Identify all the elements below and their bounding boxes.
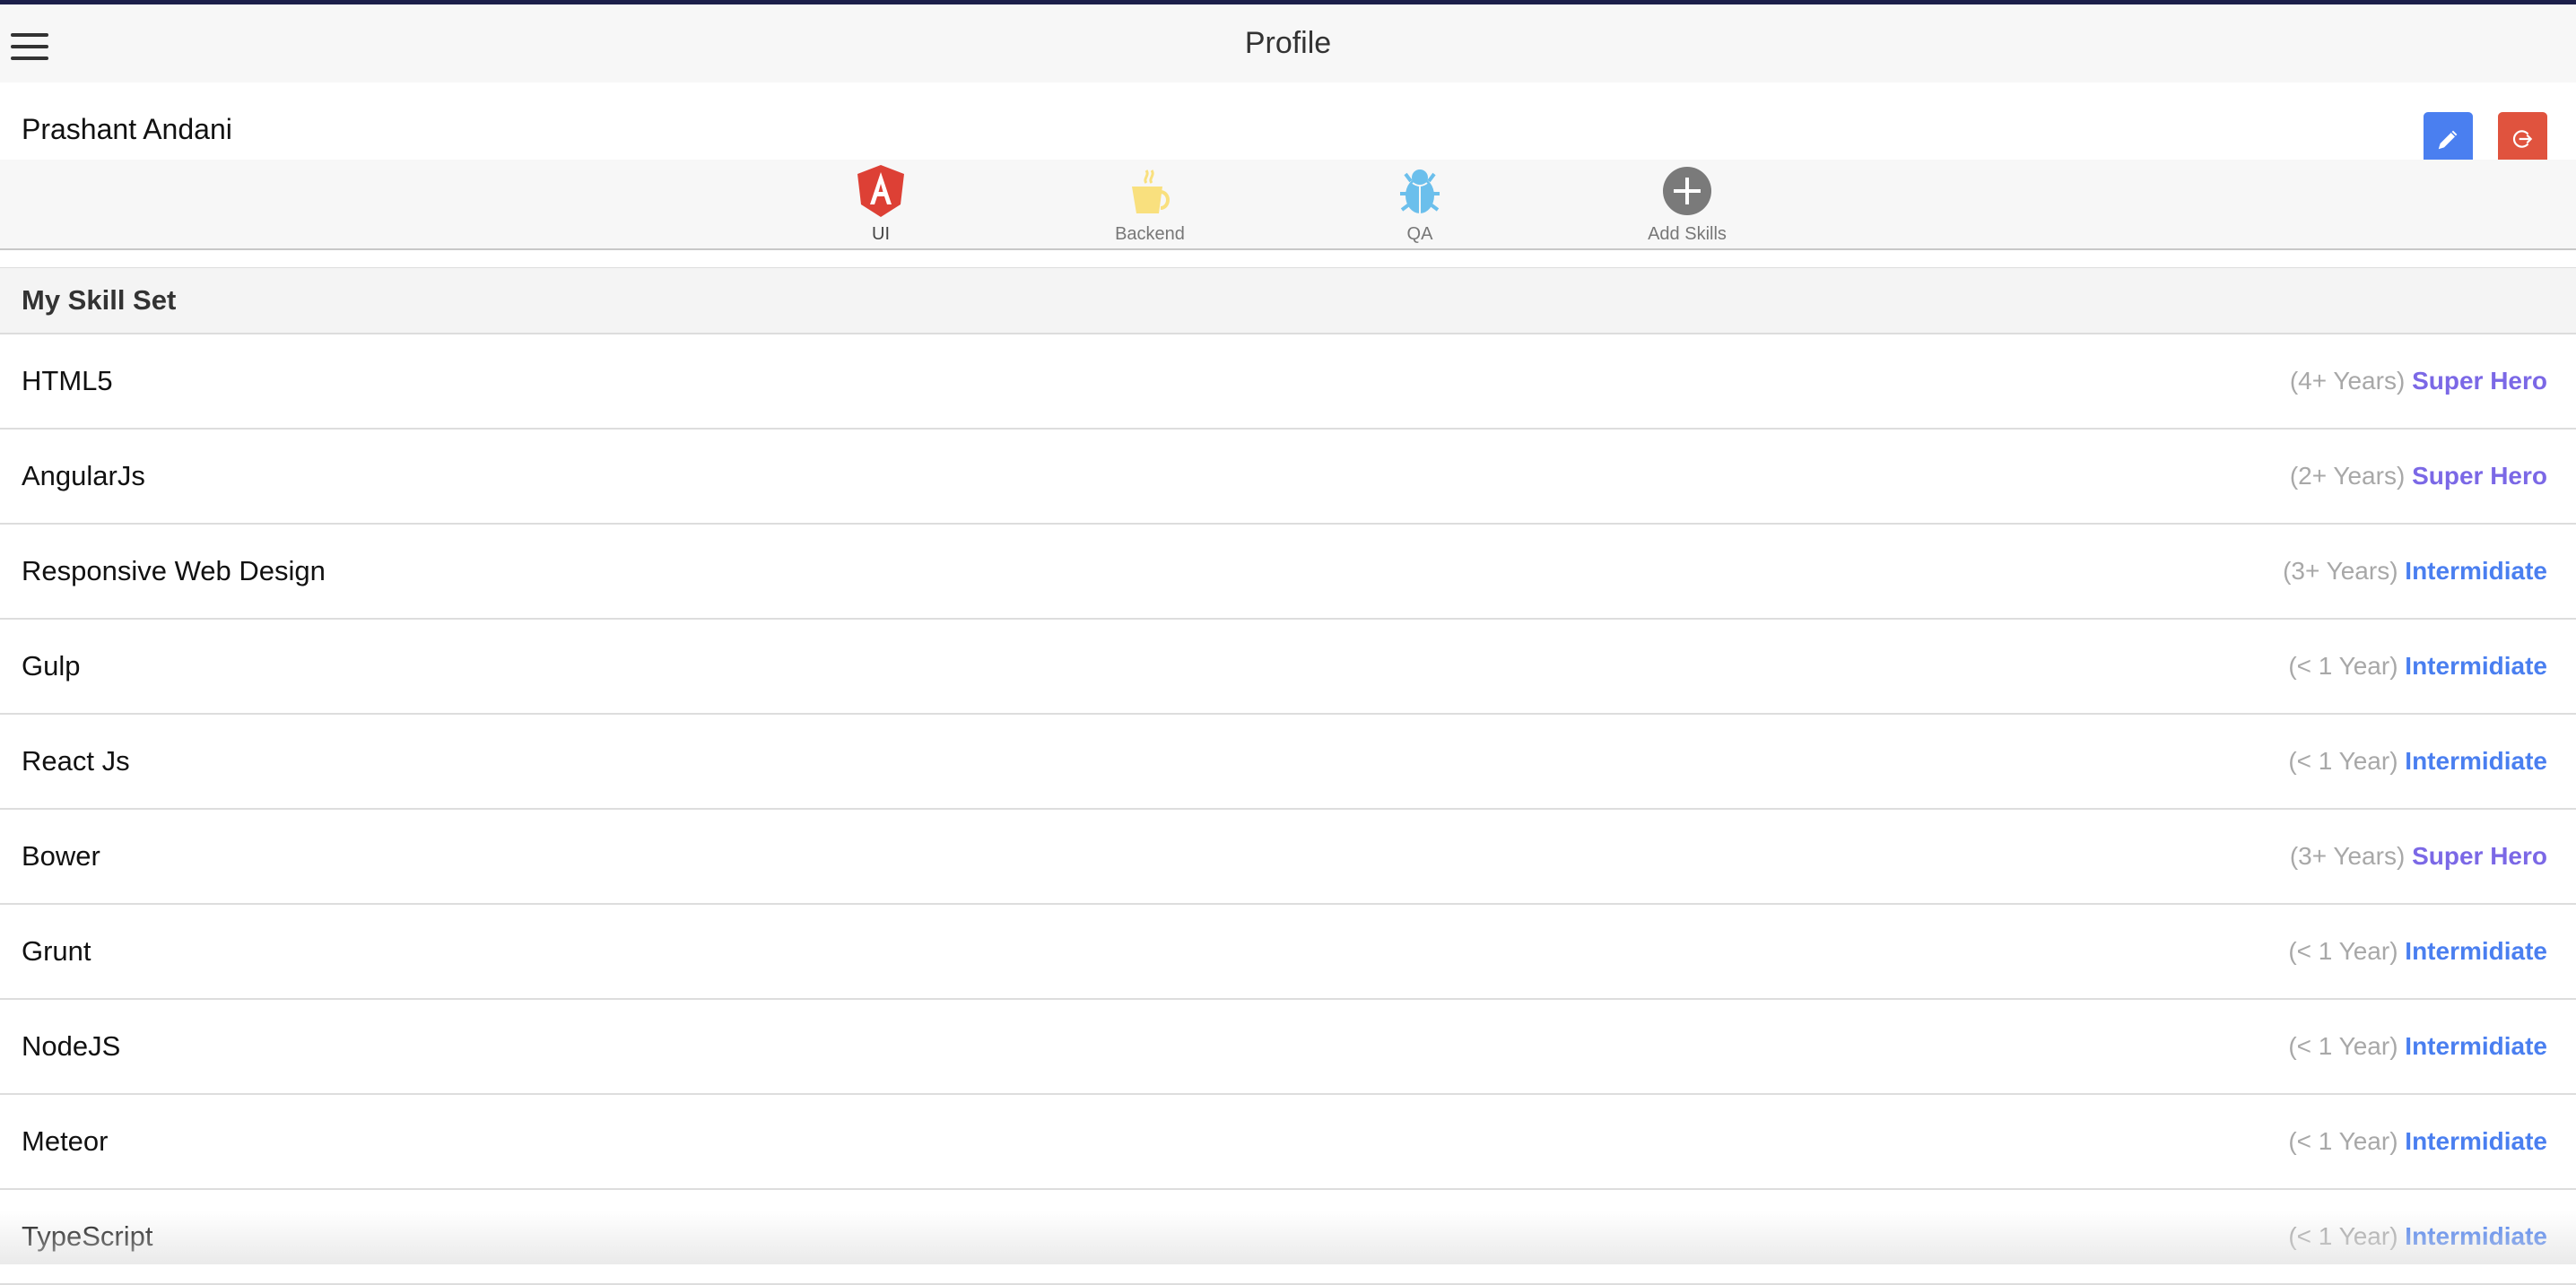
skill-years: (< 1 Year) bbox=[2288, 1127, 2398, 1155]
skill-level: Super Hero bbox=[2412, 367, 2547, 395]
skill-level: Intermidiate bbox=[2405, 1222, 2547, 1250]
tab-qa[interactable]: QA bbox=[1330, 165, 1510, 245]
skill-experience: (< 1 Year) Intermidiate bbox=[2288, 1222, 2547, 1251]
skill-level: Super Hero bbox=[2412, 842, 2547, 870]
skill-years: (< 1 Year) bbox=[2288, 652, 2398, 680]
profile-row: Prashant Andani bbox=[0, 82, 2576, 160]
skill-row[interactable]: TypeScript (< 1 Year) Intermidiate bbox=[0, 1190, 2576, 1285]
skill-name: React Js bbox=[22, 745, 130, 777]
skill-name: Grunt bbox=[22, 935, 91, 967]
skill-experience: (< 1 Year) Intermidiate bbox=[2288, 747, 2547, 776]
tab-label: Add Skills bbox=[1648, 224, 1727, 244]
angular-icon bbox=[857, 165, 904, 217]
skill-experience: (3+ Years) Super Hero bbox=[2290, 842, 2547, 871]
logout-button[interactable] bbox=[2498, 112, 2547, 166]
page-title: Profile bbox=[1244, 26, 1332, 60]
plus-circle-icon bbox=[1663, 167, 1711, 215]
skill-name: Bower bbox=[22, 840, 100, 872]
skill-years: (< 1 Year) bbox=[2288, 747, 2398, 775]
skill-level: Intermidiate bbox=[2405, 557, 2547, 585]
skill-experience: (< 1 Year) Intermidiate bbox=[2288, 652, 2547, 681]
skill-name: Responsive Web Design bbox=[22, 555, 326, 586]
skill-level: Intermidiate bbox=[2405, 1127, 2547, 1155]
tab-add-skills[interactable]: Add Skills bbox=[1597, 165, 1777, 245]
skill-years: (< 1 Year) bbox=[2288, 937, 2398, 965]
edit-button[interactable] bbox=[2424, 112, 2473, 166]
tab-label: Backend bbox=[1115, 224, 1185, 244]
skill-name: Meteor bbox=[22, 1125, 109, 1157]
tab-label: QA bbox=[1406, 224, 1433, 244]
skill-row[interactable]: React Js (< 1 Year) Intermidiate bbox=[0, 715, 2576, 810]
skill-level: Super Hero bbox=[2412, 462, 2547, 490]
app-header: Profile bbox=[0, 4, 2576, 82]
skill-name: NodeJS bbox=[22, 1030, 121, 1062]
skill-row[interactable]: Bower (3+ Years) Super Hero bbox=[0, 810, 2576, 905]
skill-name: TypeScript bbox=[22, 1220, 153, 1252]
skill-years: (4+ Years) bbox=[2289, 367, 2406, 395]
skill-row[interactable]: AngularJs (2+ Years) Super Hero bbox=[0, 430, 2576, 525]
logout-icon bbox=[2512, 130, 2532, 148]
skill-years: (2+ Years) bbox=[2289, 462, 2406, 490]
skill-name: HTML5 bbox=[22, 365, 113, 396]
skill-row[interactable]: Grunt (< 1 Year) Intermidiate bbox=[0, 905, 2576, 1000]
skill-years: (< 1 Year) bbox=[2288, 1032, 2398, 1060]
skill-list-heading: My Skill Set bbox=[0, 267, 2576, 334]
skill-row[interactable]: Gulp (< 1 Year) Intermidiate bbox=[0, 620, 2576, 715]
skill-row[interactable]: Responsive Web Design (3+ Years) Intermi… bbox=[0, 525, 2576, 620]
skill-list: My Skill Set HTML5 (4+ Years) Super Hero… bbox=[0, 267, 2576, 1285]
skill-level: Intermidiate bbox=[2405, 747, 2547, 775]
skill-name: Gulp bbox=[22, 650, 81, 682]
skill-years: (3+ Years) bbox=[2289, 842, 2406, 870]
skill-years: (< 1 Year) bbox=[2288, 1222, 2398, 1250]
skill-name: AngularJs bbox=[22, 460, 145, 491]
skill-level: Intermidiate bbox=[2405, 652, 2547, 680]
skill-level: Intermidiate bbox=[2405, 1032, 2547, 1060]
tab-backend[interactable]: Backend bbox=[1060, 165, 1240, 245]
skill-experience: (4+ Years) Super Hero bbox=[2290, 367, 2547, 395]
profile-name: Prashant Andani bbox=[22, 113, 232, 145]
skill-experience: (2+ Years) Super Hero bbox=[2290, 462, 2547, 491]
tab-ui[interactable]: UI bbox=[791, 165, 970, 245]
skill-years: (3+ Years) bbox=[2283, 557, 2398, 585]
coffee-cup-icon bbox=[1132, 169, 1170, 213]
skill-experience: (< 1 Year) Intermidiate bbox=[2288, 937, 2547, 966]
skill-experience: (< 1 Year) Intermidiate bbox=[2288, 1032, 2547, 1061]
pencil-icon bbox=[2438, 130, 2457, 150]
skill-experience: (3+ Years) Intermidiate bbox=[2283, 557, 2547, 586]
skill-row[interactable]: Meteor (< 1 Year) Intermidiate bbox=[0, 1095, 2576, 1190]
skill-experience: (< 1 Year) Intermidiate bbox=[2288, 1127, 2547, 1156]
skill-category-tabs: UI Backend QA Add Skills bbox=[0, 160, 2576, 250]
bug-icon bbox=[1400, 169, 1440, 213]
skill-row[interactable]: HTML5 (4+ Years) Super Hero bbox=[0, 334, 2576, 430]
skill-row[interactable]: NodeJS (< 1 Year) Intermidiate bbox=[0, 1000, 2576, 1095]
skill-level: Intermidiate bbox=[2405, 937, 2547, 965]
tab-label: UI bbox=[872, 224, 890, 244]
